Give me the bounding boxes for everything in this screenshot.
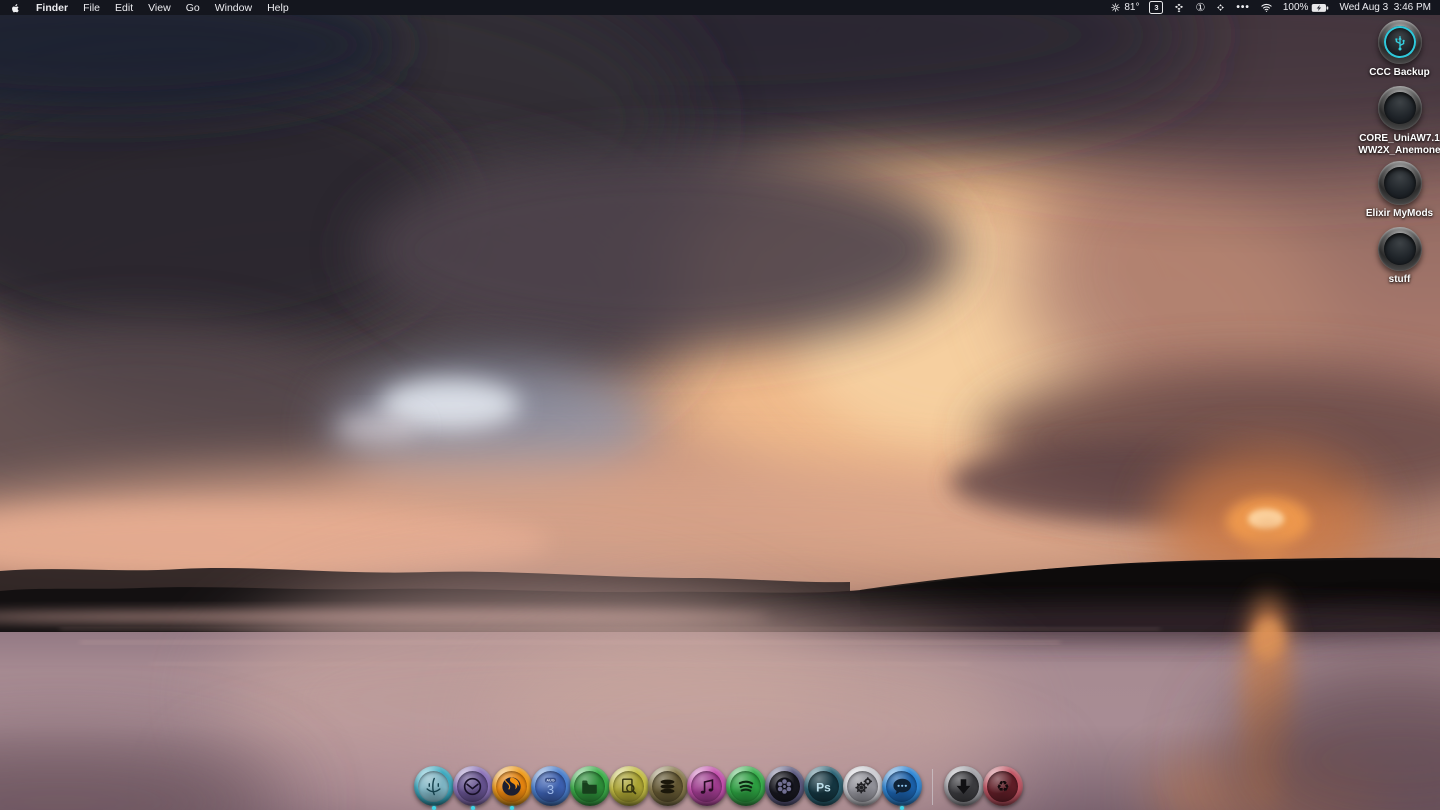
photoshop-orb: Ps: [803, 766, 844, 806]
calendar-menubar-icon[interactable]: 3: [1149, 1, 1164, 14]
menu-file[interactable]: File: [83, 2, 100, 14]
volume-label: CORE_UniAW7.1 WW2X_Anemone: [1358, 133, 1440, 156]
usb-symbol-icon: [1383, 26, 1416, 58]
dropbox-icon[interactable]: [1173, 2, 1185, 14]
menu-bar: Finder File Edit View Go Window Help 81°…: [0, 0, 1440, 15]
volume-stuff[interactable]: stuff: [1352, 227, 1440, 286]
running-indicator: [509, 806, 514, 810]
drive-face: [1383, 167, 1416, 199]
drive-face: [1383, 92, 1416, 124]
finder-icon: [418, 770, 449, 802]
photoshop-icon: Ps: [808, 770, 839, 802]
dock-reel[interactable]: [764, 765, 805, 810]
mail-orb: [452, 766, 493, 806]
svg-text:♻: ♻: [996, 778, 1009, 796]
dock-trash[interactable]: ♻: [982, 765, 1023, 810]
running-indicator: [899, 806, 904, 810]
dock-apps: AUG 3 Ps: [413, 765, 922, 810]
battery-percent-label: 100%: [1282, 2, 1309, 13]
dock-firefox[interactable]: [491, 765, 532, 810]
circled-one-icon[interactable]: ①: [1195, 1, 1205, 14]
volume-elixir-mymods[interactable]: Elixir MyMods: [1352, 161, 1440, 220]
dock-calendar[interactable]: AUG 3: [530, 765, 571, 810]
drive-orb-icon: [1377, 161, 1422, 205]
battery-icon: [1311, 3, 1329, 13]
drive-orb-icon: [1377, 86, 1422, 130]
drive-face: [1383, 233, 1416, 265]
dock-stacks[interactable]: [647, 765, 688, 810]
reel-orb: [764, 766, 805, 806]
itunes-orb: [686, 766, 727, 806]
stacks-orb: [647, 766, 688, 806]
dock-preview[interactable]: [608, 765, 649, 810]
desktop-volumes: CCC Backup CORE_UniAW7.1 WW2X_Anemone Elixi…: [0, 0, 1440, 810]
volume-ccc-backup[interactable]: CCC Backup: [1352, 20, 1440, 79]
firefox-icon: [496, 770, 527, 802]
downloads-orb: [943, 766, 984, 806]
dock-itunes[interactable]: [686, 765, 727, 810]
dock-system-preferences[interactable]: [842, 765, 883, 810]
trash-orb: ♻: [982, 766, 1023, 806]
sun-icon: [1110, 2, 1121, 13]
dock-finder[interactable]: [413, 765, 454, 810]
running-indicator: [431, 806, 436, 810]
stacks-icon: [652, 770, 683, 802]
dock-messages[interactable]: [881, 765, 922, 810]
menu-edit[interactable]: Edit: [115, 2, 133, 14]
weather-status[interactable]: 81°: [1110, 2, 1139, 13]
pinwheel-icon[interactable]: [1215, 2, 1226, 13]
messages-orb: [881, 766, 922, 806]
svg-text:3: 3: [547, 782, 554, 797]
drive-orb-icon: [1377, 20, 1422, 64]
dock-shortcuts: ♻: [943, 765, 1023, 810]
finder-orb: [413, 766, 454, 806]
more-menu-icon[interactable]: •••: [1236, 2, 1250, 13]
dock-photoshop[interactable]: Ps: [803, 765, 844, 810]
dock-spotify[interactable]: [725, 765, 766, 810]
preview-icon: [613, 770, 644, 802]
firefox-orb: [491, 766, 532, 806]
mail-icon: [457, 770, 488, 802]
volume-label: stuff: [1388, 274, 1411, 285]
menu-app-name[interactable]: Finder: [36, 2, 68, 14]
calendar-icon: AUG 3: [535, 770, 566, 802]
preview-orb: [608, 766, 649, 806]
volume-label: CCC Backup: [1369, 67, 1430, 78]
volume-core-uniaw[interactable]: CORE_UniAW7.1 WW2X_Anemone: [1352, 86, 1440, 156]
dock-mail[interactable]: [452, 765, 493, 810]
itunes-icon: [691, 770, 722, 802]
files-icon: [574, 770, 605, 802]
running-indicator: [470, 806, 475, 810]
menu-help[interactable]: Help: [267, 2, 289, 14]
menu-go[interactable]: Go: [186, 2, 200, 14]
wifi-icon[interactable]: [1260, 2, 1273, 13]
apple-logo-icon[interactable]: [9, 2, 21, 14]
messages-icon: [886, 770, 917, 802]
dock: AUG 3 Ps ♻: [413, 765, 1023, 810]
spotify-icon: [730, 770, 761, 802]
menubar-clock[interactable]: Wed Aug 3 3:46 PM: [1339, 2, 1431, 13]
volume-label: Elixir MyMods: [1365, 208, 1434, 219]
dock-divider: [932, 769, 933, 805]
battery-status[interactable]: 100%: [1283, 2, 1330, 13]
dock-files[interactable]: [569, 765, 610, 810]
dock-downloads[interactable]: [943, 765, 984, 810]
calendar-orb: AUG 3: [530, 766, 571, 806]
trash-icon: ♻: [987, 770, 1018, 802]
temperature-label: 81°: [1124, 2, 1140, 13]
svg-text:Ps: Ps: [816, 780, 831, 794]
files-orb: [569, 766, 610, 806]
drive-orb-icon: [1377, 227, 1422, 271]
downloads-icon: [948, 770, 979, 802]
system-preferences-orb: [842, 766, 883, 806]
menu-view[interactable]: View: [148, 2, 171, 14]
menu-window[interactable]: Window: [215, 2, 252, 14]
reel-icon: [769, 770, 800, 802]
system-preferences-icon: [847, 770, 878, 802]
spotify-orb: [725, 766, 766, 806]
